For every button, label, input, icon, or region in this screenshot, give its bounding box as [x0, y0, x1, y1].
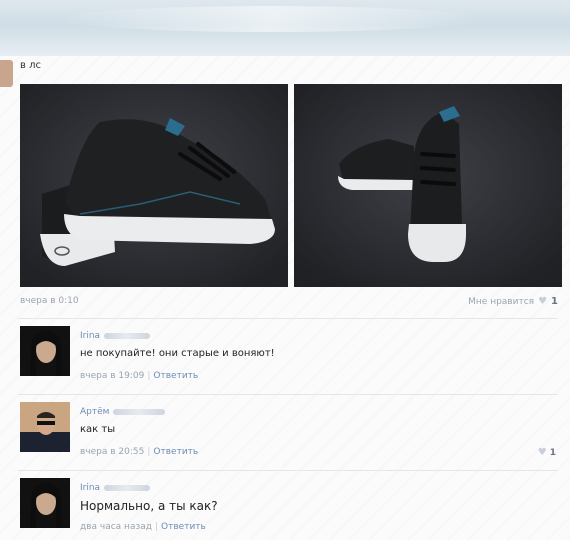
comment-time[interactable]: вчера в 19:09: [80, 371, 144, 381]
divider: [18, 318, 558, 319]
comment-meta: вчера в 19:09 | Ответить: [80, 371, 199, 381]
comment-text: Нормально, а ты как?: [80, 499, 218, 513]
comment-like-button[interactable]: ♥ 1: [538, 447, 556, 458]
post-photo-1[interactable]: [20, 84, 288, 287]
avatar[interactable]: [20, 478, 70, 528]
comment-text: как ты: [80, 424, 116, 435]
post-text: в лс: [20, 60, 41, 71]
heart-icon: ♥: [538, 296, 548, 307]
reply-button[interactable]: Ответить: [153, 447, 198, 457]
heart-icon: ♥: [537, 447, 547, 458]
comment-item: Артём как ты вчера в 20:55 | Ответить ♥ 1: [18, 402, 558, 466]
divider: [18, 470, 558, 471]
comment-meta: вчера в 20:55 | Ответить: [80, 447, 199, 457]
post-like-button[interactable]: Мне нравится ♥ 1: [468, 296, 558, 307]
header-banner: [0, 0, 570, 56]
comment-author[interactable]: Irina: [80, 331, 151, 341]
comment-like-count: 1: [549, 447, 556, 458]
sneaker-front-image: [294, 84, 562, 287]
comment-author[interactable]: Артём: [80, 407, 166, 417]
user-photo-icon: [20, 402, 70, 452]
comment-author[interactable]: Irina: [80, 483, 151, 493]
post-photo-2[interactable]: [294, 84, 562, 287]
comment-time[interactable]: вчера в 20:55: [80, 447, 144, 457]
avatar[interactable]: [20, 402, 70, 452]
comment-text: не покупайте! они старые и воняют!: [80, 348, 275, 359]
user-photo-icon: [20, 326, 70, 376]
reply-button[interactable]: Ответить: [161, 522, 206, 532]
divider: [18, 394, 558, 395]
like-label: Мне нравится: [468, 296, 535, 307]
reply-button[interactable]: Ответить: [153, 371, 198, 381]
like-count: 1: [551, 296, 558, 307]
post-author-avatar[interactable]: [0, 60, 13, 87]
sneaker-side-image: [20, 84, 288, 287]
comment-meta: два часа назад | Ответить: [80, 522, 206, 532]
comment-item: Irina Нормально, а ты как? два часа наза…: [18, 478, 558, 540]
user-photo-icon: [20, 478, 70, 528]
post-timestamp[interactable]: вчера в 0:10: [20, 296, 79, 306]
comment-item: Irina не покупайте! они старые и воняют!…: [18, 326, 558, 390]
avatar[interactable]: [20, 326, 70, 376]
comment-time[interactable]: два часа назад: [80, 522, 152, 532]
